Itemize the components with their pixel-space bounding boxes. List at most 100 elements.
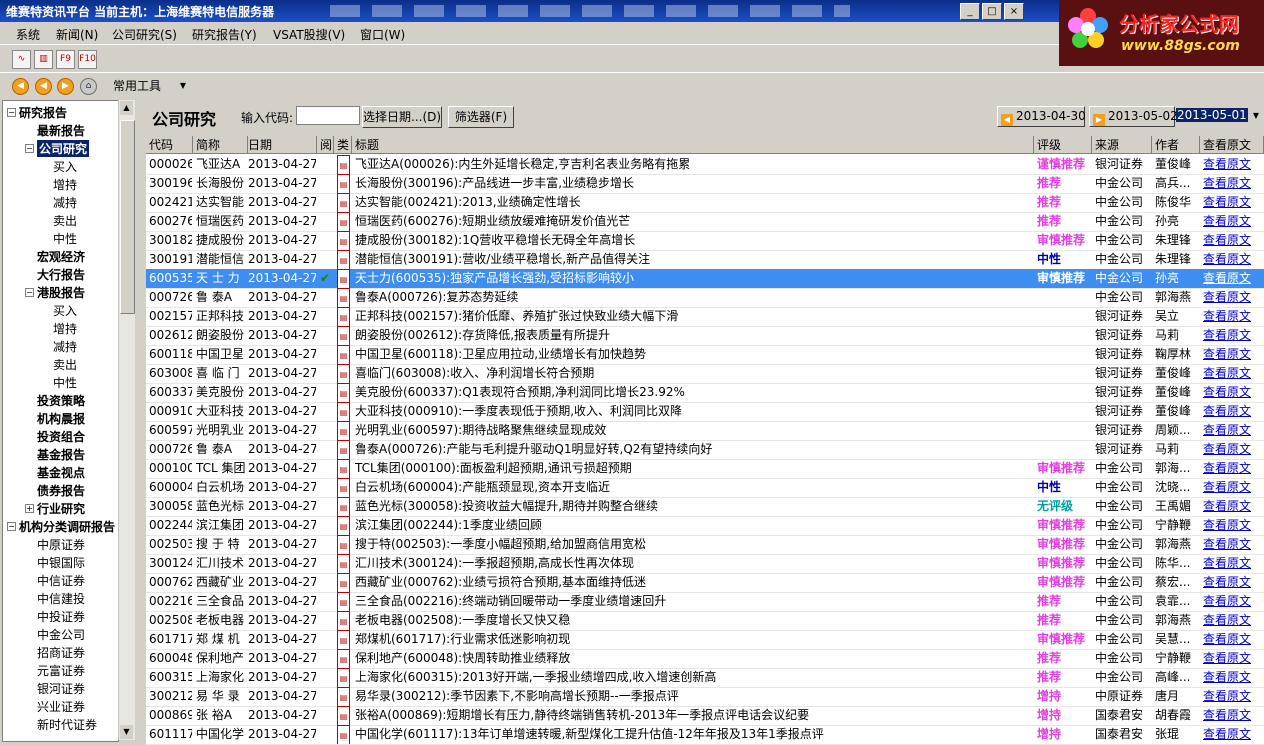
cell-link[interactable]: 查看原文 xyxy=(1203,535,1263,554)
header-col-read[interactable]: 阅 xyxy=(317,136,334,154)
table-row[interactable]: 300196 长海股份 2013-04-27 ▤ 长海股份(300196):产品线进一步… xyxy=(146,174,1264,194)
cell-link[interactable]: 查看原文 xyxy=(1203,174,1263,193)
tree-item[interactable]: 投资策略 xyxy=(37,392,85,409)
forward-icon[interactable]: ▶ xyxy=(57,78,74,95)
tree-item[interactable]: 债券报告 xyxy=(37,482,85,499)
home-icon[interactable]: ⌂ xyxy=(80,78,97,95)
table-row[interactable]: 002508 老板电器 2013-04-27 ▤ 老板电器(002508):一季度增长又… xyxy=(146,611,1264,631)
tree-item[interactable]: 兴业证券 xyxy=(37,698,85,715)
cell-link[interactable]: 查看原文 xyxy=(1203,250,1263,269)
tree-item[interactable]: 投资组合 xyxy=(37,428,85,445)
cell-link[interactable]: 查看原文 xyxy=(1203,706,1263,725)
table-row[interactable]: 002503 搜 于 特 2013-04-27 ▤ 搜于特(002503):一季度小幅超… xyxy=(146,535,1264,555)
cell-link[interactable]: 查看原文 xyxy=(1203,231,1263,250)
cell-link[interactable]: 查看原文 xyxy=(1203,364,1263,383)
tree-item[interactable]: 增持 xyxy=(53,320,77,337)
cell-link[interactable]: 查看原文 xyxy=(1203,402,1263,421)
cell-link[interactable]: 查看原文 xyxy=(1203,687,1263,706)
tree-item[interactable]: 元富证券 xyxy=(37,662,85,679)
table-row[interactable]: 603008 喜 临 门 2013-04-27 ▤ 喜临门(603008):收入、净利润… xyxy=(146,364,1264,384)
table-row[interactable]: 002421 达实智能 2013-04-27 ▤ 达实智能(002421):2013,业… xyxy=(146,193,1264,213)
tree-item[interactable]: 减持 xyxy=(53,338,77,355)
maximize-button[interactable]: □ xyxy=(982,3,1002,20)
menu-research-reports[interactable]: 研究报告(Y) xyxy=(192,26,257,43)
table-row[interactable]: 002157 正邦科技 2013-04-27 ▤ 正邦科技(002157):猪价低靡、养… xyxy=(146,307,1264,327)
tree-item[interactable]: 大行报告 xyxy=(37,266,85,283)
cell-link[interactable]: 查看原文 xyxy=(1203,440,1263,459)
table-row[interactable]: 000726 鲁 泰A 2013-04-27 ▤ 鲁泰A(000726):复苏态势延续 中… xyxy=(146,288,1264,308)
tree-item[interactable]: 中信证券 xyxy=(37,572,85,589)
chart-bar-icon[interactable]: ▥ xyxy=(34,50,53,69)
table-row[interactable]: 600315 上海家化 2013-04-27 ▤ 上海家化(600315):2013好开… xyxy=(146,668,1264,688)
cell-link[interactable]: 查看原文 xyxy=(1203,649,1263,668)
table-row[interactable]: 600535 天 士 力 2013-04-27 ✔ ▤ 天士力(600535):独家产品增… xyxy=(146,269,1264,289)
table-row[interactable]: 300124 汇川技术 2013-04-27 ▤ 汇川技术(300124):一季报超预期… xyxy=(146,554,1264,574)
table-row[interactable]: 000762 西藏矿业 2013-04-27 ▤ 西藏矿业(000762):业绩亏损符合… xyxy=(146,573,1264,593)
scroll-up-icon[interactable]: ▲ xyxy=(120,101,133,115)
tree-item[interactable]: 买入 xyxy=(53,158,77,175)
cell-link[interactable]: 查看原文 xyxy=(1203,725,1263,744)
f9-button[interactable]: F9 xyxy=(56,50,75,69)
header-col-code[interactable]: 代码 xyxy=(146,136,193,154)
table-row[interactable]: 002244 滨江集团 2013-04-27 ▤ 滨江集团(002244):1季度业绩回… xyxy=(146,516,1264,536)
tree-item[interactable]: 新时代证券 xyxy=(37,716,97,733)
cell-link[interactable]: 查看原文 xyxy=(1203,497,1263,516)
collapse-icon[interactable]: − xyxy=(25,288,34,297)
cell-link[interactable]: 查看原文 xyxy=(1203,554,1263,573)
prev-date-button[interactable]: ◀ 2013-04-30 xyxy=(997,106,1086,127)
cell-link[interactable]: 查看原文 xyxy=(1203,155,1263,174)
collapse-icon[interactable]: − xyxy=(25,144,34,153)
tree-item[interactable]: 机构晨报 xyxy=(37,410,85,427)
tree-item[interactable]: 买入 xyxy=(53,302,77,319)
cell-link[interactable]: 查看原文 xyxy=(1203,459,1263,478)
table-row[interactable]: 300182 捷成股份 2013-04-27 ▤ 捷成股份(300182):1Q营收平稳… xyxy=(146,231,1264,251)
cell-link[interactable]: 查看原文 xyxy=(1203,345,1263,364)
cell-link[interactable]: 查看原文 xyxy=(1203,326,1263,345)
cell-link[interactable]: 查看原文 xyxy=(1203,383,1263,402)
header-col-date[interactable]: 日期 xyxy=(245,136,317,154)
tree-scrollbar[interactable]: ▲ ▼ xyxy=(118,100,135,740)
header-col-type[interactable]: 类 xyxy=(334,136,352,154)
table-row[interactable]: 600337 美克股份 2013-04-27 ▤ 美克股份(600337):Q1表现符合… xyxy=(146,383,1264,403)
cell-link[interactable]: 查看原文 xyxy=(1203,269,1263,288)
table-row[interactable]: 600118 中国卫星 2013-04-27 ▤ 中国卫星(600118):卫星应用拉动… xyxy=(146,345,1264,365)
table-row[interactable]: 600048 保利地产 2013-04-27 ▤ 保利地产(600048):快周转助推业… xyxy=(146,649,1264,669)
close-button[interactable]: × xyxy=(1004,3,1024,20)
table-row[interactable]: 600276 恒瑞医药 2013-04-27 ▤ 恒瑞医药(600276):短期业绩放缓… xyxy=(146,212,1264,232)
cell-link[interactable]: 查看原文 xyxy=(1203,516,1263,535)
next-date-button[interactable]: ▶ 2013-05-02 xyxy=(1089,106,1178,127)
tree-item[interactable]: 银河证券 xyxy=(37,680,85,697)
cell-link[interactable]: 查看原文 xyxy=(1203,307,1263,326)
tree-item[interactable]: 最新报告 xyxy=(37,122,85,139)
back-alt-icon[interactable]: ◀ xyxy=(35,78,52,95)
cell-link[interactable]: 查看原文 xyxy=(1203,592,1263,611)
header-col-name[interactable]: 简称 xyxy=(193,136,248,154)
header-col-source[interactable]: 来源 xyxy=(1092,136,1152,154)
scroll-down-icon[interactable]: ▼ xyxy=(120,725,133,739)
cell-link[interactable]: 查看原文 xyxy=(1203,630,1263,649)
tree-item[interactable]: 中金公司 xyxy=(37,626,85,643)
expand-icon[interactable]: + xyxy=(25,504,34,513)
tree-item[interactable]: 中原证券 xyxy=(37,536,85,553)
tree-scrollbar-thumb[interactable] xyxy=(120,120,135,314)
cell-link[interactable]: 查看原文 xyxy=(1203,212,1263,231)
filter-button[interactable]: 筛选器(F) xyxy=(448,106,514,128)
table-row[interactable]: 300191 潜能恒信 2013-04-27 ▤ 潜能恒信(300191):营收/业绩平… xyxy=(146,250,1264,270)
cell-link[interactable]: 查看原文 xyxy=(1203,573,1263,592)
cell-link[interactable]: 查看原文 xyxy=(1203,421,1263,440)
header-col-rating[interactable]: 评级 xyxy=(1034,136,1092,154)
tree-item[interactable]: 机构分类调研报告 xyxy=(19,518,115,535)
tree-item[interactable]: 中投证券 xyxy=(37,608,85,625)
table-row[interactable]: 000026 飞亚达A 2013-04-27 ▤ 飞亚达A(000026):内生外延增长… xyxy=(146,155,1264,175)
table-row[interactable]: 300212 易 华 录 2013-04-27 ▤ 易华录(300212):季节因素下,… xyxy=(146,687,1264,707)
tree-item[interactable]: 中银国际 xyxy=(37,554,85,571)
table-row[interactable]: 002216 三全食品 2013-04-27 ▤ 三全食品(002216):终端动销回暖… xyxy=(146,592,1264,612)
chart-line-icon[interactable]: ∿ xyxy=(12,50,31,69)
date-picker[interactable]: 2013-05-01 ▼ xyxy=(1176,106,1260,125)
menu-news[interactable]: 新闻(N) xyxy=(56,26,98,43)
tree-item[interactable]: 中性 xyxy=(53,230,77,247)
table-row[interactable]: 601717 郑 煤 机 2013-04-27 ▤ 郑煤机(601717):行业需求低迷… xyxy=(146,630,1264,650)
tree-item[interactable]: 卖出 xyxy=(53,356,77,373)
table-row[interactable]: 000910 大亚科技 2013-04-27 ▤ 大亚科技(000910):一季度表现低… xyxy=(146,402,1264,422)
cell-link[interactable]: 查看原文 xyxy=(1203,668,1263,687)
